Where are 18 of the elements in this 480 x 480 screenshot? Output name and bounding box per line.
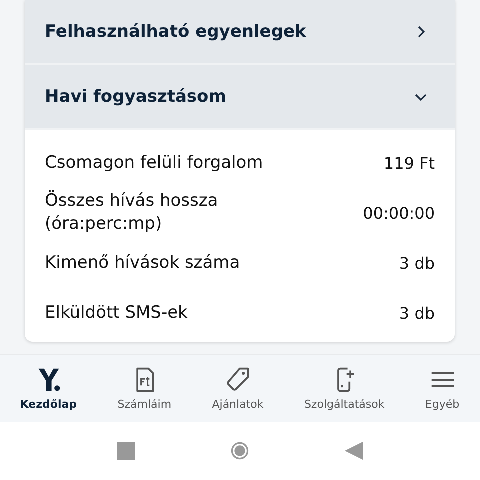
usage-value: 00:00:00 xyxy=(363,204,435,222)
nav-tab[interactable]: Ajánlatok xyxy=(210,362,266,414)
nav-tab[interactable]: Számláim xyxy=(116,362,174,414)
section-header[interactable]: Felhasználható egyenlegek xyxy=(25,0,455,65)
usage-value: 119 Ft xyxy=(384,154,435,172)
nav-tab[interactable]: Egyéb xyxy=(423,362,462,414)
usage-label: Összes hívás hossza (óra:perc:mp) xyxy=(45,190,220,236)
usage-label: Elküldött SMS-ek xyxy=(45,302,188,324)
usage-label: Csomagon felüli forgalom xyxy=(45,152,264,174)
back-button[interactable] xyxy=(345,442,363,460)
usage-value: 3 db xyxy=(399,304,435,322)
home-button[interactable] xyxy=(231,442,249,460)
nav-tab[interactable]: Szolgáltatások xyxy=(302,362,387,414)
usage-value: 3 db xyxy=(399,254,435,272)
section-header[interactable]: Havi fogyasztásom xyxy=(25,65,455,130)
tag-icon xyxy=(224,366,251,392)
nav-tab[interactable]: Kezdőlap xyxy=(18,362,80,414)
usage-label: Kimenő hívások száma xyxy=(45,252,240,274)
